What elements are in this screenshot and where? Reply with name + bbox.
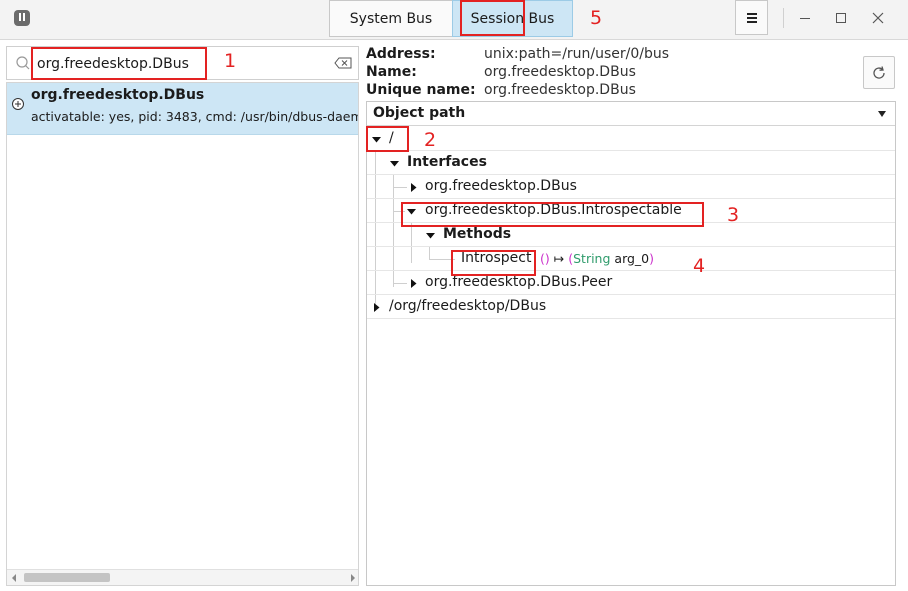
collapsed-arrow-icon[interactable] [409, 279, 418, 288]
collapsed-arrow-icon[interactable] [372, 303, 381, 312]
annotation-number-5: 5 [590, 7, 603, 29]
tree-row-method[interactable]: Introspect () ↦ (String arg_0) [367, 247, 895, 271]
annotation-box-4 [451, 250, 536, 276]
tree-row-interface[interactable]: org.freedesktop.DBus.Peer [367, 271, 895, 295]
service-list-item[interactable]: org.freedesktop.DBus activatable: yes, p… [7, 83, 359, 135]
name-label: Name: [366, 64, 417, 80]
tree-row-interfaces[interactable]: Interfaces [367, 151, 895, 175]
close-button[interactable] [869, 9, 887, 27]
annotation-number-3: 3 [727, 204, 740, 226]
annotation-box-2 [366, 126, 409, 152]
system-bus-tab[interactable]: System Bus [329, 0, 452, 37]
annotation-box-3 [401, 202, 704, 227]
method-output-arg: arg_0 [614, 251, 650, 266]
main-menu-button[interactable] [735, 0, 768, 35]
interface-name: org.freedesktop.DBus.Peer [425, 274, 613, 290]
refresh-button[interactable] [863, 56, 895, 89]
scrollbar-thumb[interactable] [24, 573, 110, 582]
methods-label: Methods [443, 226, 512, 242]
service-name: org.freedesktop.DBus [31, 87, 205, 103]
tree-header-label: Object path [373, 105, 466, 121]
name-value: org.freedesktop.DBus [484, 64, 636, 80]
collapsed-arrow-icon[interactable] [409, 183, 418, 192]
tree-header[interactable]: Object path [367, 102, 895, 126]
unique-name-value: org.freedesktop.DBus [484, 82, 636, 98]
expanded-arrow-icon[interactable] [390, 159, 399, 168]
annotation-number-1: 1 [224, 50, 237, 72]
annotation-number-4: 4 [693, 255, 706, 277]
tree-row-root[interactable]: / [367, 127, 895, 151]
object-tree: Object path / Interfaces org.freedesktop… [366, 101, 896, 586]
minimize-button[interactable] [796, 9, 814, 27]
interfaces-label: Interfaces [407, 154, 487, 170]
service-icon [12, 98, 24, 110]
chevron-down-icon[interactable] [877, 110, 887, 118]
app-icon [14, 10, 30, 26]
minimize-icon [800, 18, 810, 19]
hamburger-icon [746, 12, 757, 23]
method-arrow: ↦ [553, 251, 565, 266]
maximize-button[interactable] [832, 9, 850, 27]
horizontal-scrollbar[interactable] [7, 569, 358, 585]
annotation-number-2: 2 [424, 129, 437, 151]
scroll-right-icon[interactable] [349, 573, 357, 583]
tree-row-interface[interactable]: org.freedesktop.DBus [367, 175, 895, 199]
expanded-arrow-icon[interactable] [426, 231, 435, 240]
bus-switcher: System Bus Session Bus [329, 0, 573, 38]
refresh-icon [873, 65, 885, 79]
interface-name: org.freedesktop.DBus [425, 178, 577, 194]
annotation-box-5 [460, 0, 525, 36]
address-value: unix:path=/run/user/0/bus [484, 46, 670, 62]
search-icon [16, 56, 30, 70]
header-bar: System Bus Session Bus [0, 0, 908, 40]
close-icon [872, 12, 884, 24]
service-list: org.freedesktop.DBus activatable: yes, p… [6, 82, 359, 586]
service-details: activatable: yes, pid: 3483, cmd: /usr/b… [31, 109, 359, 124]
unique-name-label: Unique name: [366, 82, 476, 98]
address-label: Address: [366, 46, 436, 62]
header-separator [783, 8, 784, 28]
tree-row-object-path[interactable]: /org/freedesktop/DBus [367, 295, 895, 319]
annotation-box-1 [31, 47, 207, 80]
maximize-icon [836, 13, 846, 23]
object-path: /org/freedesktop/DBus [389, 298, 547, 314]
method-output-type: String [573, 251, 611, 266]
clear-search-icon[interactable] [334, 57, 352, 69]
method-signature: () ↦ (String arg_0) [540, 251, 654, 266]
method-input-args: () [540, 251, 550, 266]
scroll-left-icon[interactable] [10, 573, 18, 583]
method-output-close: ) [649, 251, 655, 266]
